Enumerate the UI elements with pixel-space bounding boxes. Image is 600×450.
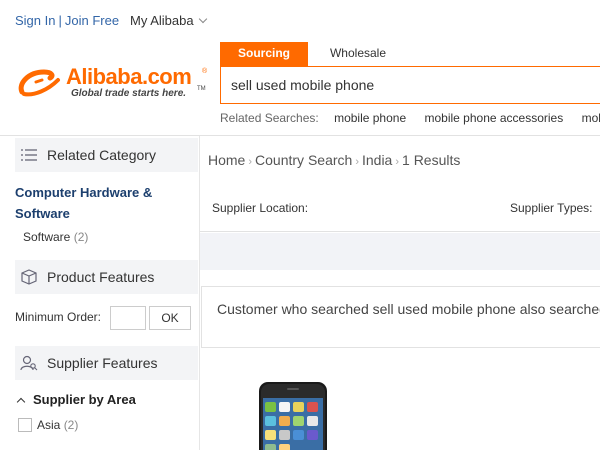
tab-sourcing[interactable]: Sourcing: [220, 42, 308, 66]
separator: |: [58, 13, 62, 28]
product-features-label: Product Features: [47, 269, 155, 285]
user-search-icon: [20, 355, 38, 371]
asia-count: (2): [63, 418, 79, 432]
product-image[interactable]: [257, 382, 329, 450]
logo-tagline: Global trade starts here.: [71, 88, 187, 99]
related-searches: Related Searches: mobile phone mobile ph…: [220, 111, 600, 125]
min-order-input[interactable]: [110, 306, 146, 330]
results-toolbar: [200, 233, 600, 270]
search-box: [220, 66, 600, 104]
related-link-mobile-phone[interactable]: mobile phone: [334, 111, 406, 125]
alibaba-smile-icon: [18, 69, 60, 97]
area-option-asia[interactable]: Asia (2): [18, 417, 79, 433]
customer-also-searched-text: Customer who searched sell used mobile p…: [217, 301, 600, 317]
breadcrumb-chevron-icon: ›: [248, 156, 253, 168]
related-link-accessories[interactable]: mobile phone accessories: [424, 111, 563, 125]
ok-button[interactable]: OK: [149, 306, 191, 330]
top-bar: Sign In | Join Free My Alibaba: [0, 0, 600, 38]
breadcrumb-country-search[interactable]: Country Search: [255, 152, 352, 168]
breadcrumb-india[interactable]: India: [362, 152, 392, 168]
asia-checkbox[interactable]: [18, 417, 32, 432]
related-link-mobi[interactable]: mobi: [582, 111, 600, 125]
supplier-filters: Supplier Location: Supplier Types:: [200, 186, 600, 232]
supplier-types-filter[interactable]: Supplier Types:: [510, 201, 593, 215]
supplier-by-area-toggle[interactable]: Supplier by Area: [15, 392, 136, 407]
account-links: Sign In | Join Free: [15, 13, 119, 28]
category-link[interactable]: Computer Hardware & Software: [15, 182, 185, 224]
trademark-mark: TM: [197, 86, 206, 92]
box-icon: [21, 269, 37, 285]
supplier-features-label: Supplier Features: [47, 355, 158, 371]
subcategory-count: (2): [73, 230, 89, 244]
sidebar: Related Category Computer Hardware & Sof…: [0, 136, 200, 450]
breadcrumb-chevron-icon: ›: [395, 156, 400, 168]
list-icon: [21, 149, 37, 161]
chevron-up-icon: [16, 397, 26, 407]
my-alibaba-menu[interactable]: My Alibaba: [130, 13, 207, 28]
min-order-label: Minimum Order:: [15, 310, 102, 324]
breadcrumb: Home › Country Search › India › 1 Results: [208, 152, 460, 168]
related-category-label: Related Category: [47, 147, 156, 163]
supplier-features-header[interactable]: Supplier Features: [15, 346, 198, 380]
supplier-location-filter[interactable]: Supplier Location:: [212, 201, 308, 215]
related-category-header[interactable]: Related Category: [15, 138, 198, 172]
search-input[interactable]: [221, 67, 600, 103]
logo-wordmark: Alibaba.com: [66, 64, 192, 89]
alibaba-logo[interactable]: Alibaba.com ® Global trade starts here. …: [14, 64, 214, 106]
customer-also-searched: Customer who searched sell used mobile p…: [201, 286, 600, 348]
subcategory-software[interactable]: Software (2): [23, 230, 88, 244]
breadcrumb-home[interactable]: Home: [208, 152, 245, 168]
my-alibaba-label: My Alibaba: [130, 13, 194, 28]
join-free-link[interactable]: Join Free: [65, 13, 119, 28]
related-searches-label: Related Searches:: [220, 111, 319, 125]
breadcrumb-results: 1 Results: [402, 152, 461, 168]
supplier-by-area-label: Supplier by Area: [33, 392, 136, 407]
registered-mark: ®: [202, 68, 208, 75]
subcategory-label: Software: [23, 230, 71, 244]
sign-in-link[interactable]: Sign In: [15, 13, 55, 28]
breadcrumb-chevron-icon: ›: [355, 156, 359, 168]
product-features-header[interactable]: Product Features: [15, 260, 198, 294]
tab-wholesale[interactable]: Wholesale: [328, 42, 388, 66]
chevron-down-icon: [198, 14, 207, 24]
asia-label: Asia: [37, 418, 61, 432]
